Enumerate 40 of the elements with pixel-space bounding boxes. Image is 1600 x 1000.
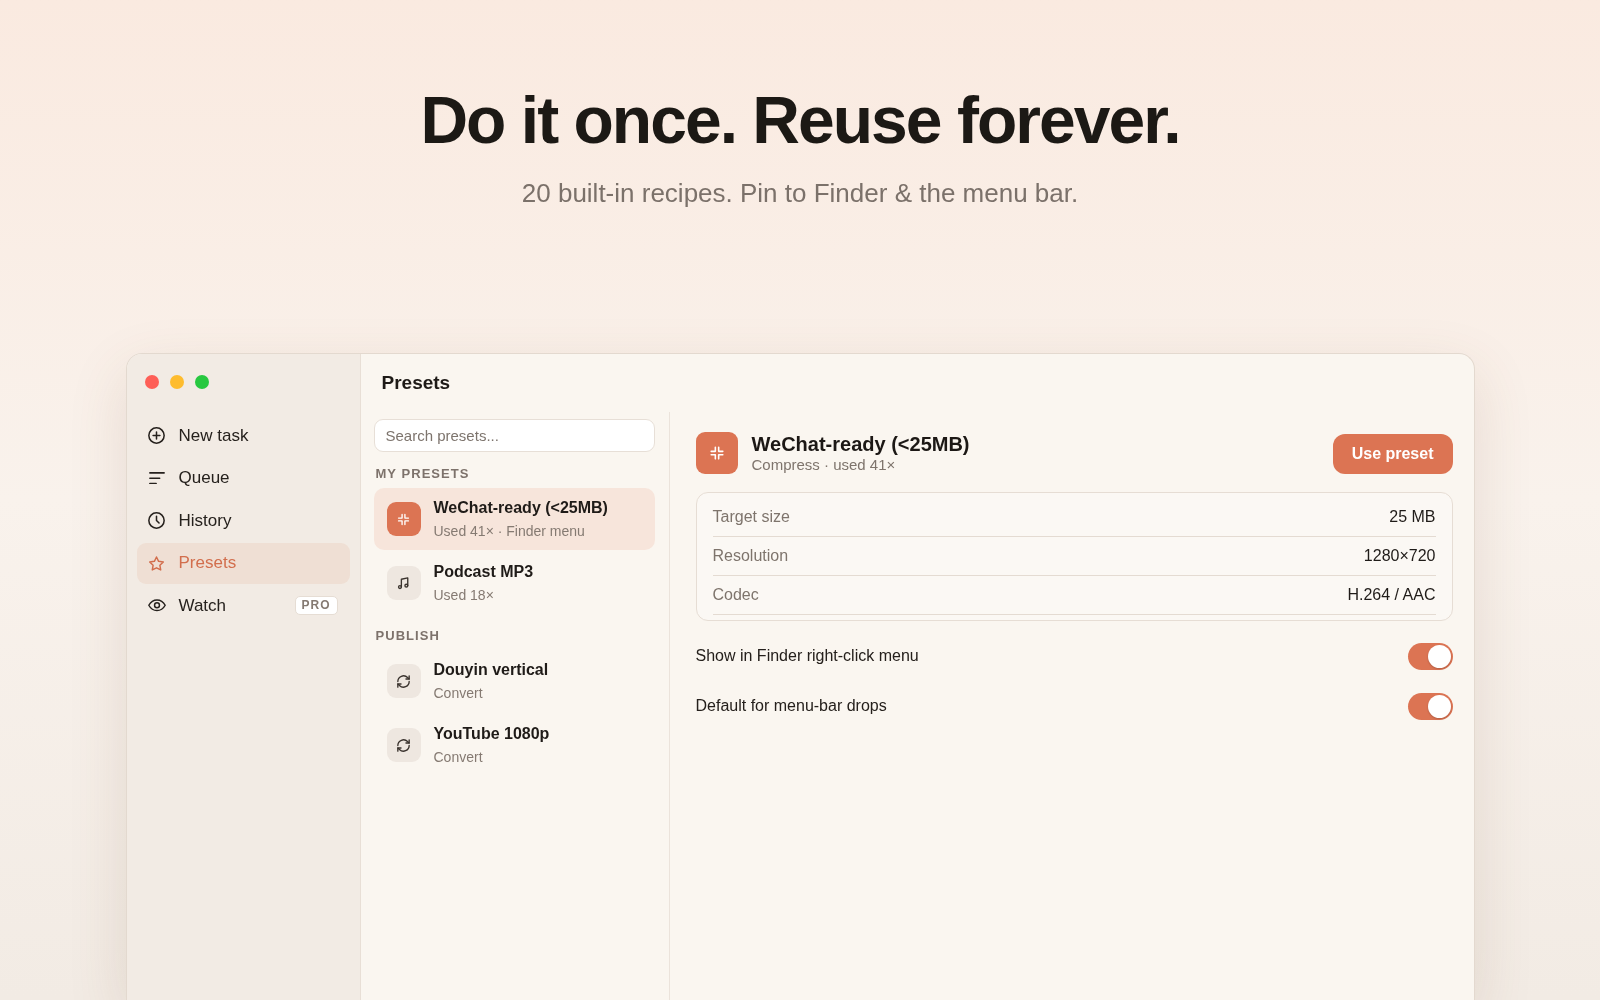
pane-title: Presets <box>381 370 451 395</box>
group-heading: PUBLISH <box>374 627 441 645</box>
preset-subtitle: Compress · used 41× <box>751 456 897 474</box>
toggle-label: Show in Finder right-click menu <box>695 646 919 666</box>
setting-value: 1280×720 <box>1363 546 1436 566</box>
setting-value: 25 MB <box>1389 507 1436 527</box>
preset-item[interactable]: WeChat-ready (<25MB) Used 41× · Finder menu <box>373 488 655 550</box>
hero-headline: Do it once. Reuse forever. <box>420 84 1180 156</box>
toggle-switch[interactable] <box>1407 642 1453 670</box>
search-field[interactable]: Search presets... <box>373 419 655 452</box>
hero-subtitle: 20 built-in recipes. Pin to Finder & the menu bar. <box>521 177 1079 210</box>
preset-item[interactable]: YouTube 1080p Convert <box>373 714 655 776</box>
pro-badge: PRO <box>294 596 338 615</box>
toggle-switch[interactable] <box>1407 692 1453 720</box>
toggle-label: Default for menu-bar drops <box>695 696 887 716</box>
setting-value: H.264 / AAC <box>1347 585 1436 605</box>
zoom-window-button[interactable] <box>194 375 209 389</box>
sidebar-item[interactable]: Watch PRO <box>136 585 350 626</box>
minimize-window-button[interactable] <box>169 375 184 389</box>
sidebar-item[interactable]: History <box>136 500 350 541</box>
preset-item[interactable]: Podcast MP3 Used 18× <box>373 552 655 614</box>
lines-icon <box>148 471 165 485</box>
music-note-icon <box>386 566 421 600</box>
rotate-arrows-icon <box>386 728 421 762</box>
star-icon <box>148 555 165 571</box>
compress-arrows-icon <box>386 502 421 536</box>
preset-title: WeChat-ready (<25MB) <box>751 432 970 456</box>
sidebar-item[interactable]: Queue <box>136 457 350 499</box>
clock-icon <box>148 512 165 529</box>
setting-label: Target size <box>712 507 790 527</box>
close-window-button[interactable] <box>144 375 159 389</box>
rotate-arrows-icon <box>386 664 421 698</box>
eye-icon <box>147 599 166 612</box>
compress-arrows-icon <box>695 432 738 474</box>
plus-circle-icon <box>148 427 165 444</box>
sidebar-item[interactable]: New task <box>136 415 350 456</box>
group-heading: MY PRESETS <box>374 465 471 483</box>
setting-label: Resolution <box>712 546 789 566</box>
setting-label: Codec <box>712 585 759 605</box>
preset-item[interactable]: Douyin vertical Convert <box>373 650 655 712</box>
